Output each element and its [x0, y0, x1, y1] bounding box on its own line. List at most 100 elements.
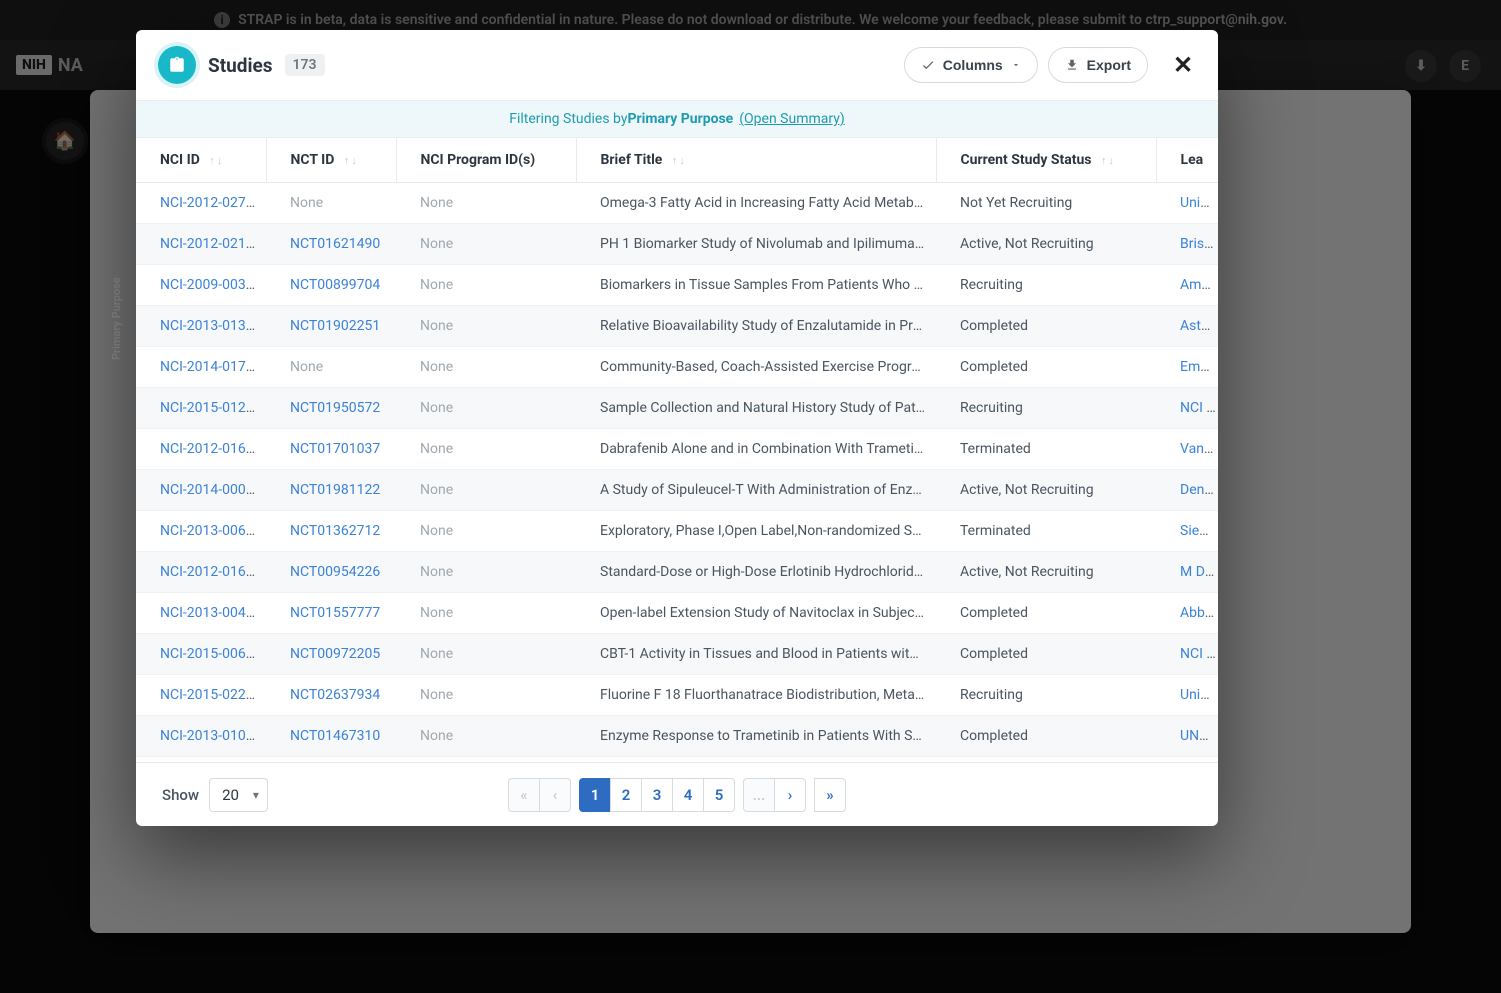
page-5[interactable]: 5 [703, 778, 735, 812]
cell-nci-id[interactable]: NCI-2013-00637 [136, 511, 266, 552]
cell-status: Completed [936, 634, 1156, 675]
cell-lead[interactable]: Americ [1156, 265, 1218, 306]
cell-nci-id[interactable]: NCI-2013-01363 [136, 306, 266, 347]
cell-lead[interactable]: UNC Li [1156, 716, 1218, 757]
studies-count-badge: 173 [285, 54, 325, 76]
check-icon [921, 58, 935, 72]
cell-status: Active, Not Recruiting [936, 552, 1156, 593]
table-row: NCI-2014-01716NoneNoneCommunity-Based, C… [136, 347, 1218, 388]
cell-lead[interactable]: Astella [1156, 306, 1218, 347]
download-icon [1065, 58, 1079, 72]
export-button[interactable]: Export [1048, 47, 1148, 83]
cell-lead[interactable]: Univers [1156, 183, 1218, 224]
cell-nci-id[interactable]: NCI-2014-00004 [136, 470, 266, 511]
cell-lead[interactable]: M D Ar [1156, 552, 1218, 593]
cell-nct-id[interactable]: NCT02637934 [266, 675, 396, 716]
columns-button[interactable]: Columns [904, 47, 1038, 83]
cell-nct-id[interactable]: NCT01557777 [266, 593, 396, 634]
cell-nct-id[interactable]: NCT00954226 [266, 552, 396, 593]
page-3[interactable]: 3 [641, 778, 673, 812]
cell-lead[interactable]: Abbvie [1156, 593, 1218, 634]
cell-nct-id[interactable]: NCT01981122 [266, 470, 396, 511]
cell-brief-title: Exploratory, Phase I,Open Label,Non-rand… [576, 511, 936, 552]
cell-nci-id[interactable]: NCI-2013-00440 [136, 593, 266, 634]
cell-brief-title: A Study of Sipuleucel-T With Administrat… [576, 470, 936, 511]
cell-nct-id[interactable]: NCT01902251 [266, 306, 396, 347]
cell-nci-id[interactable]: NCI-2012-01639 [136, 552, 266, 593]
col-brief-title[interactable]: Brief Title ↑↓ [576, 138, 936, 183]
cell-nct-id: None [266, 347, 396, 388]
table-row: NCI-2013-01363NCT01902251NoneRelative Bi… [136, 306, 1218, 347]
cell-nci-id[interactable]: NCI-2014-01716 [136, 347, 266, 388]
cell-nct-id[interactable]: NCT00899704 [266, 265, 396, 306]
cell-lead[interactable]: NCI - C [1156, 388, 1218, 429]
show-label: Show [162, 786, 199, 804]
col-status[interactable]: Current Study Status ↑↓ [936, 138, 1156, 183]
table-row: NCI-2013-01041NCT01467310NoneEnzyme Resp… [136, 716, 1218, 757]
cell-program: None [396, 470, 576, 511]
cell-nct-id[interactable]: NCT01467310 [266, 716, 396, 757]
cell-nct-id[interactable]: NCT01701037 [266, 429, 396, 470]
page-1[interactable]: 1 [579, 778, 611, 812]
cell-nct-id[interactable]: NCT01621490 [266, 224, 396, 265]
filter-bar: Filtering Studies by Primary Purpose (Op… [136, 100, 1218, 138]
cell-nct-id[interactable]: NCT00972205 [266, 634, 396, 675]
table-scroll[interactable]: NCI ID ↑↓ NCT ID ↑↓ NCI Program ID(s) Br… [136, 138, 1218, 762]
cell-lead[interactable]: Vander [1156, 429, 1218, 470]
col-nct-id[interactable]: NCT ID ↑↓ [266, 138, 396, 183]
page-2[interactable]: 2 [610, 778, 642, 812]
cell-program: None [396, 716, 576, 757]
cell-status: Recruiting [936, 388, 1156, 429]
cell-nci-id[interactable]: NCI-2015-02262 [136, 675, 266, 716]
col-nci-id[interactable]: NCI ID ↑↓ [136, 138, 266, 183]
cell-status: Terminated [936, 511, 1156, 552]
cell-status: Active, Not Recruiting [936, 224, 1156, 265]
cell-brief-title: Relative Bioavailability Study of Enzalu… [576, 306, 936, 347]
page-prev[interactable]: ‹ [539, 778, 571, 812]
cell-nct-id[interactable]: NCT01950572 [266, 388, 396, 429]
cell-nci-id[interactable]: NCI-2012-02748 [136, 183, 266, 224]
cell-lead[interactable]: NCI - C [1156, 634, 1218, 675]
cell-program: None [396, 388, 576, 429]
table-row: NCI-2009-00343NCT00899704NoneBiomarkers … [136, 265, 1218, 306]
cell-lead[interactable]: Univers [1156, 675, 1218, 716]
cell-nci-id[interactable]: NCI-2015-01288 [136, 388, 266, 429]
cell-nci-id[interactable]: NCI-2013-01041 [136, 716, 266, 757]
cell-program: None [396, 429, 576, 470]
table-row: NCI-2012-02199NCT01621490NonePH 1 Biomar… [136, 224, 1218, 265]
cell-lead[interactable]: Bristol- [1156, 224, 1218, 265]
studies-modal: Studies 173 Columns Export ✕ Filtering S… [136, 30, 1218, 826]
cell-nct-id: None [266, 183, 396, 224]
page-last[interactable]: » [814, 778, 846, 812]
page-next[interactable]: › [774, 778, 806, 812]
cell-program: None [396, 224, 576, 265]
cell-brief-title: CBT-1 Activity in Tissues and Blood in P… [576, 634, 936, 675]
cell-status: Not Yet Recruiting [936, 183, 1156, 224]
cell-program: None [396, 183, 576, 224]
table-row: NCI-2012-02748NoneNoneOmega-3 Fatty Acid… [136, 183, 1218, 224]
col-program[interactable]: NCI Program ID(s) [396, 138, 576, 183]
cell-status: Completed [936, 593, 1156, 634]
close-button[interactable]: ✕ [1170, 52, 1196, 78]
open-summary-link[interactable]: (Open Summary) [739, 111, 844, 127]
cell-brief-title: Open-label Extension Study of Navitoclax… [576, 593, 936, 634]
cell-lead[interactable]: Emory [1156, 347, 1218, 388]
pagination: « ‹ 12345 ... › » [508, 778, 846, 812]
cell-nci-id[interactable]: NCI-2012-01699 [136, 429, 266, 470]
cell-nci-id[interactable]: NCI-2012-02199 [136, 224, 266, 265]
cell-lead[interactable]: Dendre [1156, 470, 1218, 511]
cell-nct-id[interactable]: NCT01362712 [266, 511, 396, 552]
cell-brief-title: Community-Based, Coach-Assisted Exercise… [576, 347, 936, 388]
cell-brief-title: PH 1 Biomarker Study of Nivolumab and Ip… [576, 224, 936, 265]
page-size-select[interactable]: 20 [209, 778, 268, 812]
cell-brief-title: Omega-3 Fatty Acid in Increasing Fatty A… [576, 183, 936, 224]
cell-nci-id[interactable]: NCI-2009-00343 [136, 265, 266, 306]
col-lead[interactable]: Lea [1156, 138, 1218, 183]
page-4[interactable]: 4 [672, 778, 704, 812]
page-first[interactable]: « [508, 778, 540, 812]
cell-nci-id[interactable]: NCI-2015-00615 [136, 634, 266, 675]
studies-table: NCI ID ↑↓ NCT ID ↑↓ NCI Program ID(s) Br… [136, 138, 1218, 757]
cell-status: Terminated [936, 429, 1156, 470]
cell-lead[interactable]: Siemer [1156, 511, 1218, 552]
modal-header: Studies 173 Columns Export ✕ [136, 30, 1218, 100]
